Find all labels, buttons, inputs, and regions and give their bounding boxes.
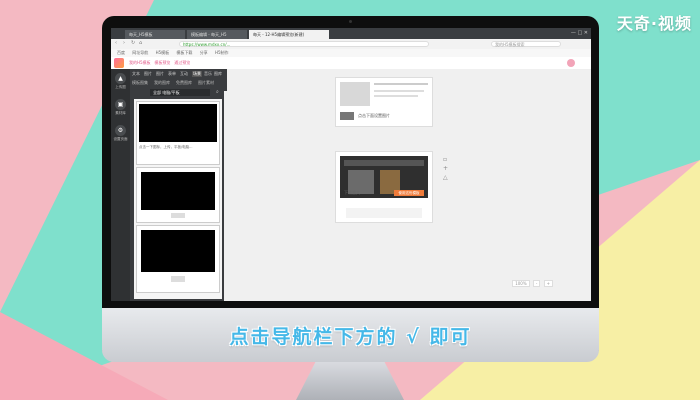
template-list: 点击一下图标，上传，平板/电脑... bbox=[134, 99, 222, 299]
template-caption: 点击一下图标，上传，平板/电脑... bbox=[139, 145, 193, 149]
refresh-icon[interactable]: ↻ bbox=[131, 40, 135, 46]
bookmark-item[interactable]: 模板下载 bbox=[176, 50, 192, 55]
browser-tab[interactable]: 模板编辑 - 每天_H5 bbox=[187, 30, 247, 39]
panel-tab[interactable]: 文本 bbox=[132, 71, 140, 77]
bookmark-item[interactable]: 分享 bbox=[200, 50, 208, 55]
image-placeholder-icon bbox=[340, 82, 370, 106]
panel-tab[interactable]: 图片 bbox=[156, 71, 164, 77]
app-nav: 我的H5模板 模板预览 通过预览 bbox=[129, 60, 190, 66]
delete-icon[interactable]: △ bbox=[443, 173, 448, 182]
panel-subtab[interactable]: 免费图库 bbox=[176, 80, 192, 86]
zoom-in-button[interactable]: + bbox=[543, 280, 553, 287]
browser-tab-bar: 每天_H5模板 模板编辑 - 每天_H5 每天 - 12-H5编辑预览(新建) … bbox=[111, 28, 591, 39]
add-icon[interactable]: + bbox=[443, 164, 448, 173]
template-thumbnail bbox=[141, 172, 215, 210]
material-icon[interactable]: ▣ bbox=[115, 99, 126, 110]
canvas-area: 点击下面设置图片 下载量大 使用这份模板 ▫ + △ 预览 设置 发布 分享 保… bbox=[227, 69, 573, 301]
browser-search-input[interactable]: 我的H5模板搜索 bbox=[491, 41, 561, 47]
avatar[interactable] bbox=[567, 59, 575, 67]
panel-tab[interactable]: 互动 bbox=[180, 71, 188, 77]
template-panel: 文本 图片 图片 表单 互动 场景 音乐 图库 模板图集 我的图库 免费图库 图… bbox=[130, 69, 224, 301]
panel-tab[interactable]: 音乐 bbox=[204, 71, 212, 77]
app-nav-item[interactable]: 我的H5模板 bbox=[129, 60, 151, 65]
template-preview-card[interactable]: 下载量大 使用这份模板 bbox=[335, 151, 433, 223]
card-tools: ▫ + △ bbox=[443, 155, 448, 182]
template-thumbnail bbox=[141, 230, 215, 272]
app-logo[interactable] bbox=[114, 58, 124, 68]
panel-tab[interactable]: 图库 bbox=[214, 71, 222, 77]
panel-tab-active[interactable]: 场景 bbox=[192, 71, 202, 77]
card-text: 下载量大 bbox=[344, 190, 360, 195]
monitor-base-icon bbox=[171, 276, 185, 282]
device-filter[interactable]: 全部 电脑/平板 bbox=[150, 89, 210, 96]
back-icon[interactable]: ‹ bbox=[115, 40, 117, 46]
panel-tab[interactable]: 图片 bbox=[144, 71, 152, 77]
text-line bbox=[374, 95, 418, 97]
text-line bbox=[374, 83, 428, 85]
template-thumbnail bbox=[139, 104, 217, 142]
panel-subtab[interactable]: 图片素材 bbox=[198, 80, 214, 86]
app-nav-item[interactable]: 通过预览 bbox=[174, 60, 190, 65]
zoom-level[interactable]: 100% bbox=[512, 280, 530, 287]
search-icon[interactable]: ⌕ bbox=[216, 89, 219, 95]
home-icon[interactable]: ⌂ bbox=[139, 40, 142, 46]
template-card[interactable] bbox=[136, 167, 220, 223]
upload-image-icon[interactable]: ▲ bbox=[115, 73, 126, 84]
app-sidebar: ▲ 上传图 ▣ 素材库 ⚙ 设置页面 bbox=[111, 69, 130, 301]
forward-icon[interactable]: › bbox=[123, 40, 125, 46]
screenshot-toolbar bbox=[344, 160, 424, 166]
panel-tab[interactable]: 表单 bbox=[168, 71, 176, 77]
template-preview-card[interactable]: 点击下面设置图片 bbox=[335, 77, 433, 127]
panel-subtab[interactable]: 我的图库 bbox=[154, 80, 170, 86]
sidebar-label: 上传图 bbox=[115, 85, 126, 89]
bookmark-item[interactable]: H5模板 bbox=[156, 50, 170, 55]
panel-subtabs: 模板图集 我的图库 免费图库 图片素材 bbox=[130, 79, 224, 87]
use-template-button[interactable]: 使用这份模板 bbox=[394, 190, 424, 196]
watermark: 天奇·视频 bbox=[616, 14, 692, 33]
text-line bbox=[374, 90, 424, 92]
browser-tab-active[interactable]: 每天 - 12-H5编辑预览(新建) bbox=[249, 30, 329, 39]
camera-icon bbox=[349, 20, 352, 23]
sidebar-label: 素材库 bbox=[115, 111, 126, 115]
bookmark-item[interactable]: 百度 bbox=[117, 50, 125, 55]
monitor-base-icon bbox=[171, 213, 185, 218]
card-text: 点击下面设置图片 bbox=[358, 113, 390, 118]
zoom-out-button[interactable]: - bbox=[532, 280, 541, 287]
browser-tab[interactable]: 每天_H5模板 bbox=[125, 30, 185, 39]
monitor-base bbox=[346, 208, 422, 218]
zoom-control: 100% - + bbox=[510, 280, 553, 287]
url-field[interactable]: https://www.mdxx.cn/... bbox=[179, 41, 429, 47]
app-nav-item[interactable]: 模板预览 bbox=[154, 60, 170, 65]
subtitle-caption: 点击导航栏下方的 √ 即可 bbox=[229, 326, 472, 348]
page-settings-icon[interactable]: ⚙ bbox=[115, 125, 126, 136]
template-card[interactable]: 点击一下图标，上传，平板/电脑... bbox=[136, 101, 220, 165]
panel-subtab[interactable]: 模板图集 bbox=[132, 80, 148, 86]
bookmark-item[interactable]: 网址导航 bbox=[132, 50, 148, 55]
panel-tabs: 文本 图片 图片 表单 互动 场景 音乐 图库 bbox=[130, 69, 224, 78]
screen: 每天_H5模板 模板编辑 - 每天_H5 每天 - 12-H5编辑预览(新建) … bbox=[111, 28, 591, 301]
template-card[interactable] bbox=[136, 225, 220, 293]
edit-button[interactable] bbox=[340, 112, 354, 120]
bookmark-item[interactable]: H5制作 bbox=[215, 50, 229, 55]
window-controls[interactable]: — □ ✕ bbox=[571, 30, 588, 36]
sidebar-label: 设置页面 bbox=[113, 137, 128, 141]
copy-icon[interactable]: ▫ bbox=[443, 155, 448, 164]
